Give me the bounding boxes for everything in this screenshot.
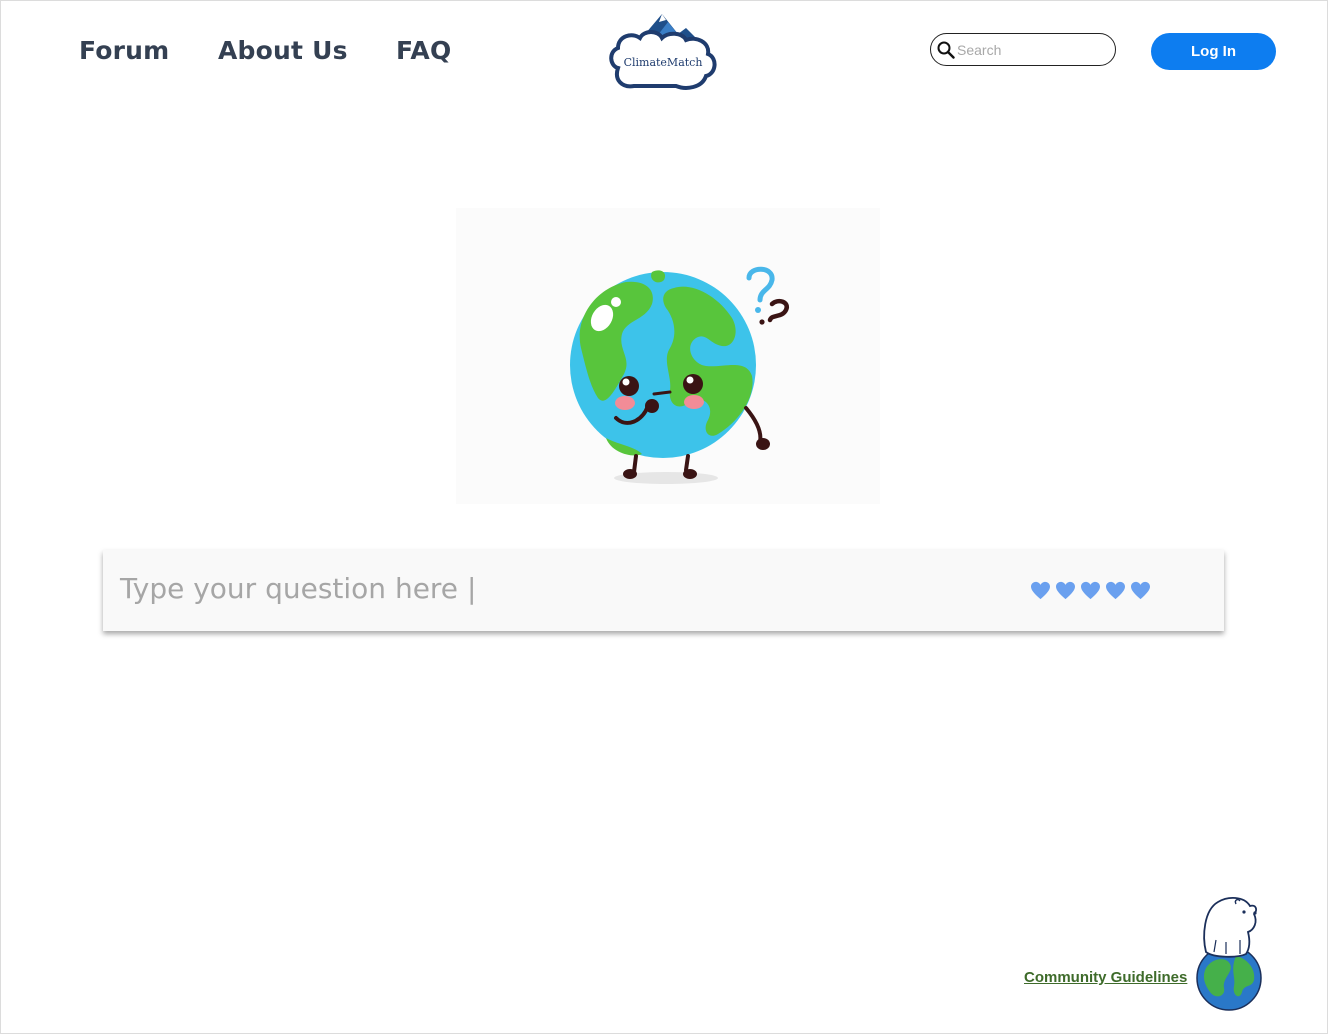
climatematch-logo[interactable]: ClimateMatch	[606, 10, 720, 92]
search-box[interactable]	[930, 33, 1116, 66]
nav-forum[interactable]: Forum	[79, 36, 169, 65]
community-guidelines-link[interactable]: Community Guidelines	[1024, 969, 1187, 986]
logo-text: ClimateMatch	[624, 56, 703, 69]
question-input-box[interactable]: Type your question here |	[103, 550, 1224, 631]
confused-earth-image	[456, 208, 880, 504]
nav-about-us[interactable]: About Us	[218, 36, 348, 65]
heart-icon	[1056, 581, 1075, 600]
heart-icon	[1131, 581, 1150, 600]
hearts-rating	[1030, 581, 1151, 600]
heart-icon	[1081, 581, 1100, 600]
page-frame	[0, 0, 1328, 1034]
heart-icon	[1031, 581, 1050, 600]
polar-bear-globe-icon	[1192, 892, 1266, 1012]
search-input[interactable]	[957, 41, 1107, 58]
question-placeholder[interactable]: Type your question here |	[120, 572, 476, 605]
log-in-button[interactable]: Log In	[1151, 33, 1276, 70]
heart-icon	[1106, 581, 1125, 600]
search-icon	[937, 41, 955, 59]
nav-faq[interactable]: FAQ	[396, 36, 451, 65]
